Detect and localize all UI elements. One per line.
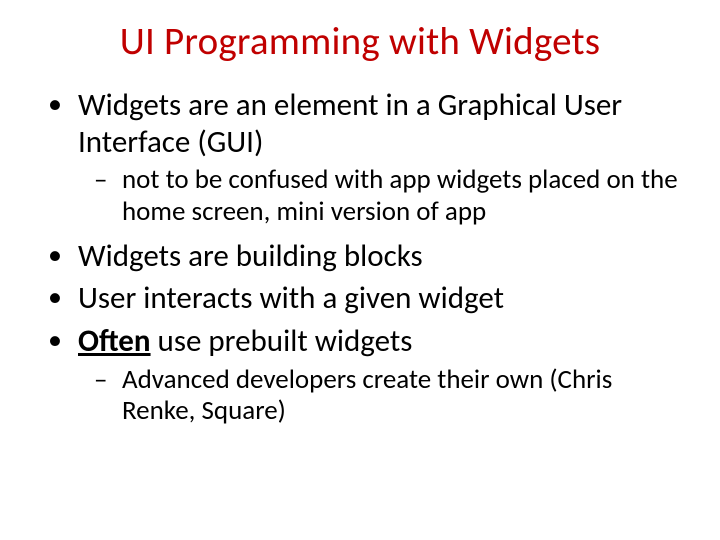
bullet-text: use prebuilt widgets [151,322,413,360]
slide-title: UI Programming with Widgets [40,18,680,65]
sub-bullet-item: not to be confused with app widgets plac… [122,164,680,228]
sub-bullet-list: Advanced developers create their own (Ch… [78,364,680,428]
bullet-text: User interacts with a given widget [78,279,504,317]
bullet-text: Widgets are building blocks [78,237,423,275]
sub-bullet-list: not to be confused with app widgets plac… [78,164,680,228]
sub-bullet-text: Advanced developers create their own (Ch… [122,363,612,428]
bullet-item: Widgets are an element in a Graphical Us… [78,87,680,228]
bullet-item: User interacts with a given widget [78,280,680,317]
sub-bullet-text: not to be confused with app widgets plac… [122,163,678,228]
bullet-item: Widgets are building blocks [78,238,680,275]
bullet-list: Widgets are an element in a Graphical Us… [40,87,680,427]
bullet-text: Widgets are an element in a Graphical Us… [78,86,622,161]
sub-bullet-item: Advanced developers create their own (Ch… [122,364,680,428]
bullet-item: Often use prebuilt widgets Advanced deve… [78,323,680,427]
bullet-text-emphasis: Often [78,322,151,360]
